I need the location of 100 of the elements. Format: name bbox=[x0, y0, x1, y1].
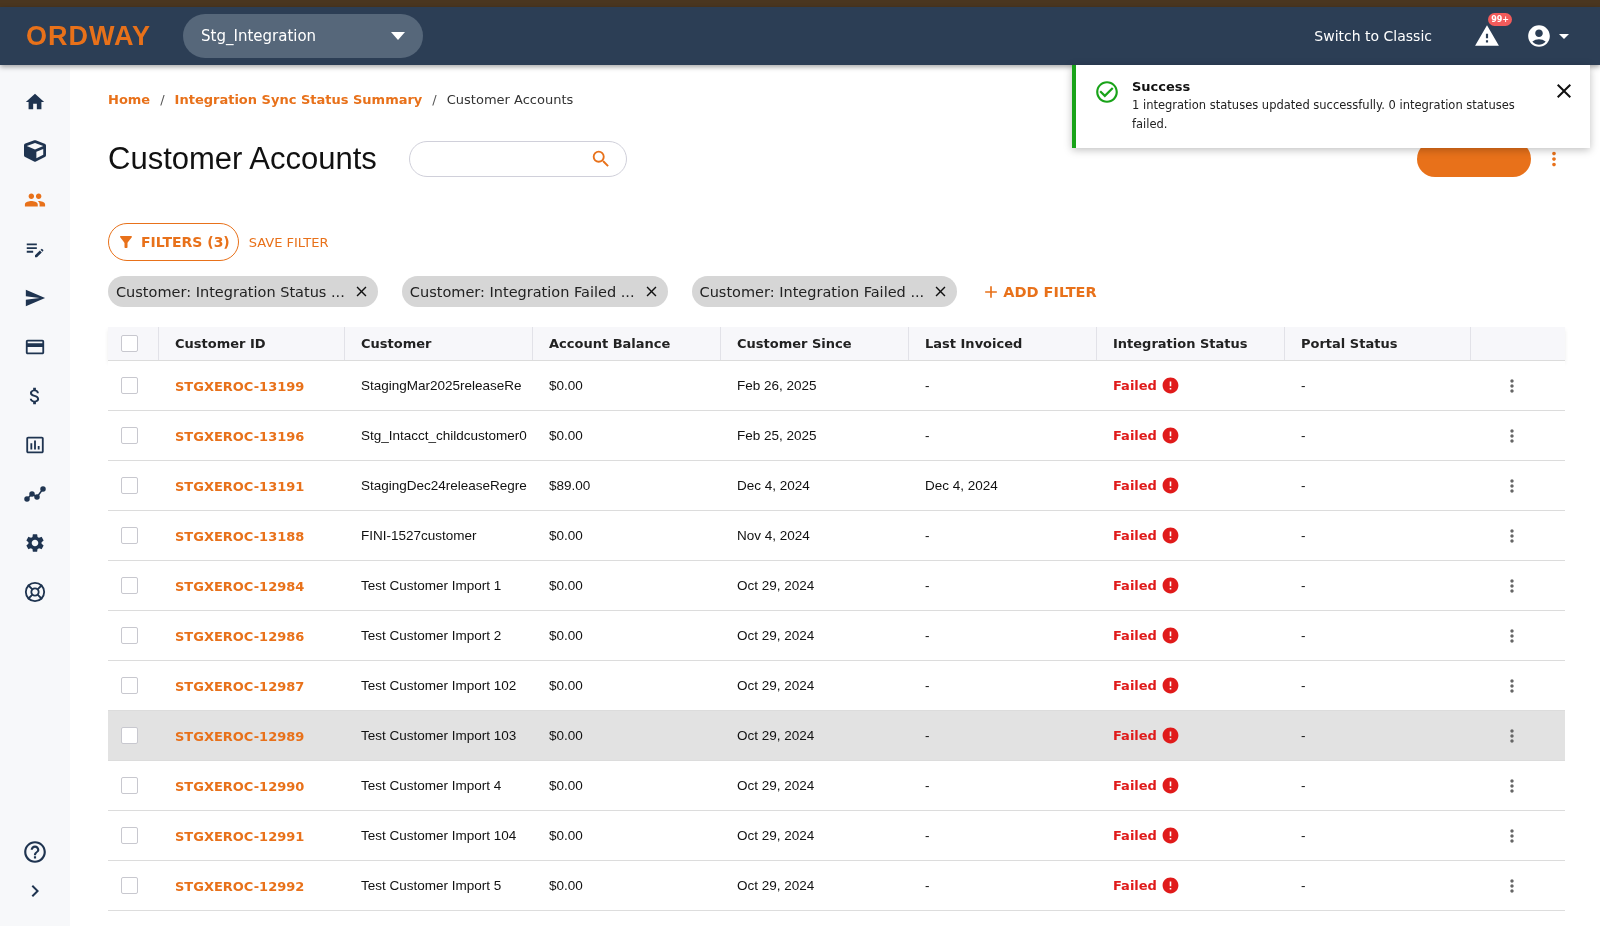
table-cell-text: Oct 29, 2024 bbox=[736, 578, 816, 593]
table-cell-text: $0.00 bbox=[548, 728, 584, 743]
table-cell-text: FINI-1527customer bbox=[360, 528, 478, 543]
error-icon bbox=[1160, 676, 1180, 695]
account-icon[interactable] bbox=[1526, 23, 1552, 49]
table-cell-text: StagingMar2025releaseRe bbox=[360, 378, 523, 393]
table-cell-text: - bbox=[1300, 378, 1307, 393]
table-cell-text: $0.00 bbox=[548, 678, 584, 693]
table-cell-text: $0.00 bbox=[548, 878, 584, 893]
table-cell-text: Oct 29, 2024 bbox=[736, 728, 816, 743]
row-checkbox[interactable] bbox=[121, 727, 138, 744]
row-checkbox[interactable] bbox=[121, 877, 138, 894]
toast-title: Success bbox=[1132, 79, 1192, 94]
table-cell-text: Dec 4, 2024 bbox=[924, 478, 999, 493]
row-checkbox[interactable] bbox=[121, 577, 138, 594]
toast-message: 1 integration statuses updated successfully. 0 integration statuses failed. bbox=[1132, 97, 1516, 133]
row-checkbox[interactable] bbox=[121, 477, 138, 494]
status-text: Failed bbox=[1113, 378, 1157, 393]
table-cell-text: Test Customer Import 5 bbox=[360, 878, 503, 893]
row-checkbox[interactable] bbox=[121, 377, 138, 394]
error-icon bbox=[1160, 576, 1180, 595]
status-text: Failed bbox=[1113, 828, 1157, 843]
error-icon bbox=[1160, 476, 1180, 495]
row-checkbox[interactable] bbox=[121, 427, 138, 444]
row-checkbox[interactable] bbox=[121, 527, 138, 544]
error-icon bbox=[1160, 526, 1180, 545]
table-cell-text: Test Customer Import 2 bbox=[360, 628, 503, 643]
table-cell-text: Oct 29, 2024 bbox=[736, 878, 816, 893]
error-icon bbox=[1160, 776, 1180, 795]
table-cell-text: - bbox=[1300, 828, 1307, 843]
status-text: Failed bbox=[1113, 728, 1157, 743]
table-cell-text: $89.00 bbox=[548, 478, 592, 493]
select-all-checkbox[interactable] bbox=[121, 335, 138, 352]
status-text: Failed bbox=[1113, 528, 1157, 543]
row-checkbox[interactable] bbox=[121, 677, 138, 694]
status-text: Failed bbox=[1113, 878, 1157, 893]
workspace-dropdown[interactable]: Stg_Integration bbox=[183, 14, 424, 58]
table-cell-text: - bbox=[1300, 528, 1307, 543]
table-cell-text: - bbox=[924, 428, 931, 443]
status-text: Failed bbox=[1113, 428, 1157, 443]
table-cell-text: - bbox=[924, 528, 931, 543]
status-text: Failed bbox=[1113, 578, 1157, 593]
table-cell-text: $0.00 bbox=[548, 528, 584, 543]
table-cell-text: $0.00 bbox=[548, 428, 584, 443]
status-text: Failed bbox=[1113, 478, 1157, 493]
error-icon bbox=[1160, 626, 1180, 645]
error-icon bbox=[1160, 426, 1180, 445]
table-cell-text: Feb 26, 2025 bbox=[736, 378, 818, 393]
status-text: Failed bbox=[1113, 678, 1157, 693]
table-cell-text: Test Customer Import 1 bbox=[360, 578, 503, 593]
table-cell-text: - bbox=[924, 678, 931, 693]
table-cell-text: Oct 29, 2024 bbox=[736, 778, 816, 793]
table-cell-text: - bbox=[924, 778, 931, 793]
filter-chip-label: Customer: Integration Failed ... bbox=[699, 283, 925, 300]
table-cell-text: Test Customer Import 4 bbox=[360, 778, 503, 793]
table-cell-text: - bbox=[1300, 578, 1307, 593]
table-cell-text: - bbox=[924, 828, 931, 843]
filter-chip-label: Customer: Integration Status ... bbox=[116, 283, 345, 300]
row-checkbox[interactable] bbox=[121, 777, 138, 794]
status-text: Failed bbox=[1113, 778, 1157, 793]
table-cell-text: - bbox=[924, 628, 931, 643]
error-icon bbox=[1160, 376, 1180, 395]
table-cell-text: - bbox=[1300, 778, 1307, 793]
error-icon bbox=[1160, 726, 1180, 745]
error-icon bbox=[1160, 876, 1180, 895]
table-cell-text: $0.00 bbox=[548, 578, 584, 593]
table-row[interactable]: STGXEROC-12989 Test Customer Import 103 $0.00 Oct 29, 2024 - Failed - bbox=[108, 710, 1565, 760]
table-cell-text: Feb 25, 2025 bbox=[736, 428, 818, 443]
row-checkbox[interactable] bbox=[121, 627, 138, 644]
table-cell-text: Test Customer Import 104 bbox=[360, 828, 518, 843]
table-cell-text: Test Customer Import 103 bbox=[360, 728, 518, 743]
table-cell-text: $0.00 bbox=[548, 628, 584, 643]
table-cell-text: $0.00 bbox=[548, 778, 584, 793]
error-icon bbox=[1160, 826, 1180, 845]
filter-chip-label: Customer: Integration Failed ... bbox=[409, 283, 635, 300]
table-cell-text: - bbox=[1300, 878, 1307, 893]
table-cell-text: $0.00 bbox=[548, 828, 584, 843]
logo: ORDWAY bbox=[26, 20, 152, 52]
table-cell-text: StagingDec24releaseRegre bbox=[360, 478, 528, 493]
table-cell-text: Oct 29, 2024 bbox=[736, 678, 816, 693]
switch-link[interactable]: Switch to Classic bbox=[1314, 28, 1432, 44]
breadcrumb-current: Customer Accounts bbox=[446, 91, 574, 107]
table-cell-text: - bbox=[1300, 678, 1307, 693]
table-cell-text: - bbox=[924, 728, 931, 743]
table-cell-text: - bbox=[1300, 728, 1307, 743]
caret-icon bbox=[391, 32, 406, 40]
table-cell-text: - bbox=[1300, 628, 1307, 643]
table-cell-text: Stg_Intacct_childcustomer0 bbox=[360, 428, 528, 443]
table-cell-text: Oct 29, 2024 bbox=[736, 828, 816, 843]
table-cell-text: Test Customer Import 102 bbox=[360, 678, 518, 693]
table-cell-text: - bbox=[924, 878, 931, 893]
table-cell-text: - bbox=[924, 578, 931, 593]
alert-icon[interactable] bbox=[1474, 23, 1500, 49]
filter-icon bbox=[117, 233, 135, 251]
notification-badge: 99+ bbox=[1488, 13, 1512, 26]
table-cell-text: Oct 29, 2024 bbox=[736, 628, 816, 643]
row-checkbox[interactable] bbox=[121, 827, 138, 844]
page-title: Customer Accounts bbox=[108, 141, 377, 177]
breadcrumb-separator: / bbox=[160, 91, 165, 107]
table-cell-text: Dec 4, 2024 bbox=[736, 478, 811, 493]
